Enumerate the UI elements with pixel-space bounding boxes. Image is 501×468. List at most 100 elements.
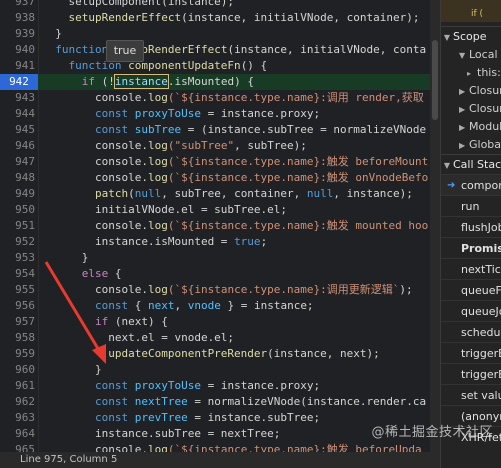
expand-triangle-icon[interactable]: ▼ xyxy=(441,157,453,174)
call-stack-frame[interactable]: triggerEffect xyxy=(441,342,501,364)
editor-scroll-thumb[interactable] xyxy=(432,40,438,120)
code-line[interactable]: 949 patch(null, subTree, container, null… xyxy=(0,186,440,202)
code-line[interactable]: 943 console.log(`${instance.type.name}:调… xyxy=(0,90,440,106)
code-line[interactable]: 947 console.log(`${instance.type.name}:触… xyxy=(0,154,440,170)
scope-item[interactable]: ▼ Local xyxy=(441,46,501,64)
call-stack-frame[interactable]: nextTick xyxy=(441,258,501,280)
code-line[interactable]: 946 console.log("subTree", subTree); xyxy=(0,138,440,154)
call-stack-frame[interactable]: scheduler xyxy=(441,321,501,343)
scope-section-header[interactable]: ▼ Scope xyxy=(441,28,501,46)
frame-label: Promise.then xyxy=(461,242,501,255)
line-number[interactable]: 948 xyxy=(0,170,35,186)
code-line[interactable]: 939 } xyxy=(0,26,440,42)
expand-triangle-icon[interactable]: ▼ xyxy=(441,29,453,46)
line-number[interactable]: 945 xyxy=(0,122,35,138)
line-number[interactable]: 961 xyxy=(0,378,35,394)
line-number[interactable]: 943 xyxy=(0,90,35,106)
scope-item[interactable]: ▶Closure xyxy=(441,100,501,118)
code-token: instance xyxy=(113,74,169,89)
collapsed-triangle-icon[interactable]: ▶ xyxy=(459,137,469,154)
line-number[interactable]: 957 xyxy=(0,314,35,330)
code-line[interactable]: 940 function setupRenderEffect(instance,… xyxy=(0,42,440,58)
code-token: instance.isMounted = xyxy=(42,235,235,248)
frame-label: componentUpdateFn xyxy=(461,179,501,192)
line-number[interactable]: 937 xyxy=(0,0,35,10)
code-token: log xyxy=(147,91,168,104)
code-token: ("subTree" xyxy=(167,139,235,152)
code-line[interactable]: 948 console.log(`${instance.type.name}:触… xyxy=(0,170,440,186)
code-line[interactable]: 941 function componentUpdateFn() { xyxy=(0,58,440,74)
code-line[interactable]: 962 const nextTree = normalizeVNode(inst… xyxy=(0,394,440,410)
line-number[interactable]: 950 xyxy=(0,202,35,218)
call-stack-frame[interactable]: run xyxy=(441,195,501,217)
call-stack-frame[interactable]: queueFlush xyxy=(441,279,501,301)
code-token: .isMounted) { xyxy=(167,75,254,88)
expanded-triangle-icon[interactable]: ▼ xyxy=(459,47,469,64)
line-number[interactable]: 940 xyxy=(0,42,35,58)
line-number[interactable]: 964 xyxy=(0,426,35,442)
line-number[interactable]: 954 xyxy=(0,266,35,282)
code-token: (`${instance.type.name}:调用 render,获取 xyxy=(167,91,424,104)
code-token: = instance.proxy; xyxy=(200,107,321,120)
line-number[interactable]: 959 xyxy=(0,346,35,362)
collapsed-triangle-icon[interactable]: ▶ xyxy=(459,83,469,100)
line-number[interactable]: 953 xyxy=(0,250,35,266)
line-number[interactable]: 962 xyxy=(0,394,35,410)
code-line[interactable]: 951 console.log(`${instance.type.name}:触… xyxy=(0,218,440,234)
code-editor[interactable]: 937 setupComponent(instance); 938 setupRe… xyxy=(0,0,440,468)
scope-item[interactable]: ▶ Global xyxy=(441,136,501,154)
collapsed-triangle-icon[interactable]: ▸ xyxy=(467,65,477,82)
code-line[interactable]: 952 instance.isMounted = true; xyxy=(0,234,440,250)
code-text: function componentUpdateFn() { xyxy=(42,58,267,74)
line-number[interactable]: 941 xyxy=(0,58,35,74)
line-number[interactable]: 956 xyxy=(0,298,35,314)
line-number[interactable]: 947 xyxy=(0,154,35,170)
call-stack-header[interactable]: ▼Call Stack xyxy=(441,156,501,174)
line-number[interactable]: 949 xyxy=(0,186,35,202)
collapsed-triangle-icon[interactable]: ▶ xyxy=(459,101,469,118)
call-stack-frame[interactable]: flushJobs xyxy=(441,216,501,238)
code-line[interactable]: 961 const proxyToUse = instance.proxy; xyxy=(0,378,440,394)
line-number[interactable]: 946 xyxy=(0,138,35,154)
code-line[interactable]: 950 initialVNode.el = subTree.el; xyxy=(0,202,440,218)
line-number[interactable]: 952 xyxy=(0,234,35,250)
section-title: Call Stack xyxy=(453,158,501,171)
call-stack-frame[interactable]: queueJob xyxy=(441,300,501,322)
collapsed-triangle-icon[interactable]: ▶ xyxy=(459,119,469,136)
code-token: instance.subTree = nextTree; xyxy=(42,427,281,440)
code-text: const proxyToUse = instance.proxy; xyxy=(42,106,320,122)
scope-item[interactable]: ▶Closure xyxy=(441,82,501,100)
line-number[interactable]: 963 xyxy=(0,410,35,426)
code-line[interactable]: 944 const proxyToUse = instance.proxy; xyxy=(0,106,440,122)
current-execution-line[interactable]: 942 if (!instance.isMounted) { xyxy=(0,74,440,90)
line-number[interactable]: 958 xyxy=(0,330,35,346)
code-token: , subTree); xyxy=(234,139,307,152)
frame-label: queueFlush xyxy=(461,284,501,297)
code-text: console.log(`${instance.type.name}:触发 on… xyxy=(42,170,428,186)
code-text: function setupRenderEffect(instance, ini… xyxy=(42,42,426,58)
line-number[interactable]: 955 xyxy=(0,282,35,298)
line-number[interactable]: 939 xyxy=(0,26,35,42)
line-number[interactable]: 951 xyxy=(0,218,35,234)
call-stack-frame[interactable]: ➜ componentUpdateFn xyxy=(441,174,501,196)
line-number[interactable]: 944 xyxy=(0,106,35,122)
code-token: console. xyxy=(42,219,148,232)
call-stack-frame[interactable]: triggerEffects xyxy=(441,363,501,385)
code-text: const prevTree = instance.subTree; xyxy=(42,410,320,426)
line-number[interactable]: 960 xyxy=(0,362,35,378)
code-token: console. xyxy=(42,91,148,104)
code-line[interactable]: 945 const subTree = (instance.subTree = … xyxy=(0,122,440,138)
scope-item[interactable]: ▶Module xyxy=(441,118,501,136)
scope-item[interactable]: ▸ this: xyxy=(441,64,501,82)
frame-label: flushJobs xyxy=(461,221,501,234)
code-token: (! xyxy=(101,75,115,88)
code-line[interactable]: 938 setupRenderEffect(instance, initialV… xyxy=(0,10,440,26)
code-token: proxyToUse xyxy=(134,107,201,120)
call-stack-frame[interactable]: Promise.then xyxy=(441,237,501,259)
code-text: initialVNode.el = subTree.el; xyxy=(42,202,287,218)
line-number[interactable]: 938 xyxy=(0,10,35,26)
code-line[interactable]: 937 setupComponent(instance); xyxy=(0,0,440,10)
line-number[interactable]: 942 xyxy=(0,74,38,90)
editor-scrollbar[interactable] xyxy=(430,0,440,452)
call-stack-frame[interactable]: set value xyxy=(441,384,501,406)
